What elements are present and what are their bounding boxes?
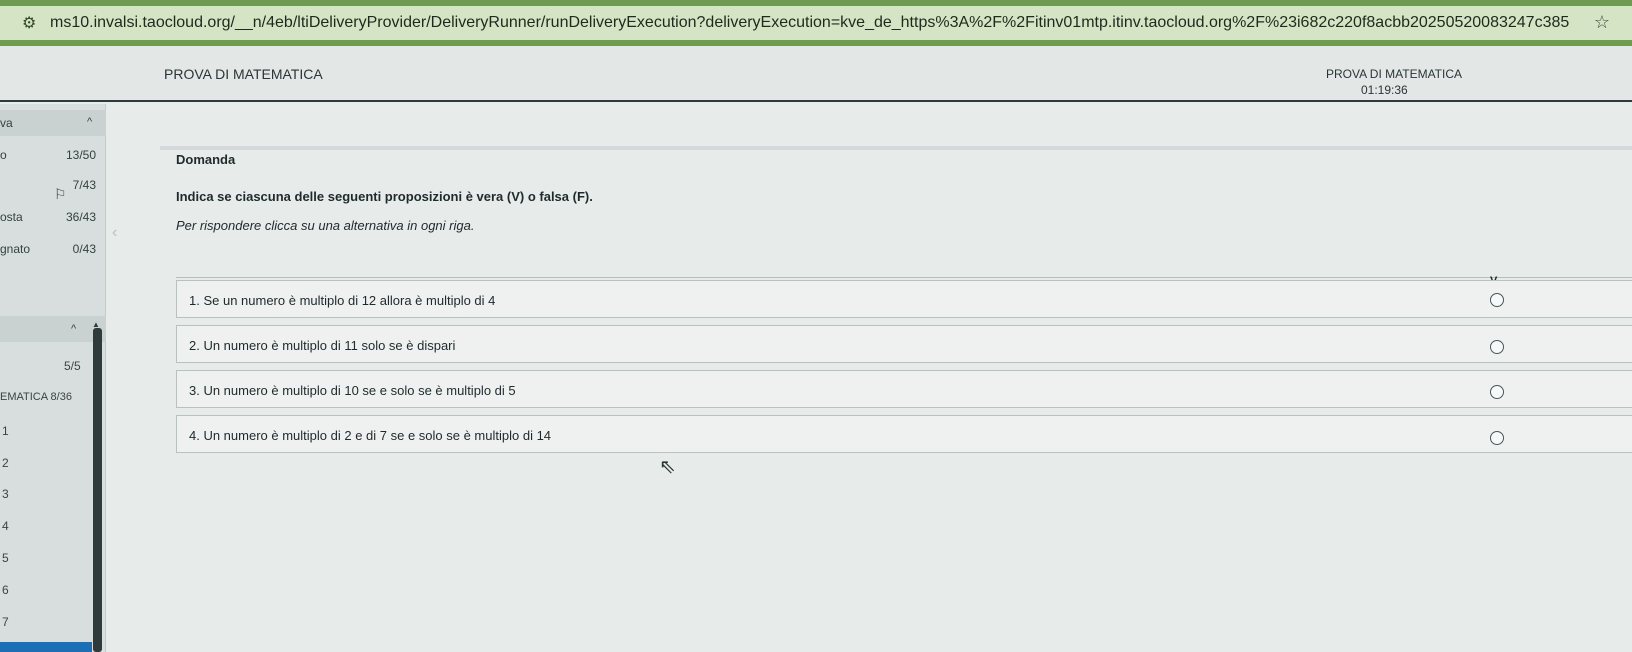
question-instruction: Per rispondere clicca su una alternativa… [176,218,475,233]
question-title: Domanda [176,152,236,167]
address-bar[interactable]: ⚙ ms10.invalsi.taocloud.org/__n/4eb/ltiD… [0,6,1632,40]
statement-text: 2. Un numero è multiplo di 11 solo se è … [189,338,456,353]
app-header: PROVA DI MATEMATICA PROVA DI MATEMATICA … [0,46,1632,102]
sidebar-stat-row: gnato 0/43 [0,242,106,262]
radio-true[interactable] [1490,431,1504,445]
tune-icon[interactable]: ⚙ [22,13,50,33]
section-label[interactable]: EMATICA 8/36 [0,391,72,403]
url-text[interactable]: ms10.invalsi.taocloud.org/__n/4eb/ltiDel… [50,14,1570,32]
star-icon[interactable]: ☆ [1594,12,1610,33]
statement-text: 1. Se un numero è multiplo di 12 allora … [189,293,496,308]
item-number[interactable]: 1 [2,424,9,438]
item-number[interactable]: 2 [2,456,9,470]
item-number[interactable]: 4 [2,519,9,533]
stat-label: gnato [0,242,31,256]
stat-value: 0/43 [72,242,96,256]
content-stripe [160,146,1632,150]
stat-label: osta [0,210,23,224]
sidebar-stat-row: 7/43 [0,178,106,198]
table-row: 4. Un numero è multiplo di 2 e di 7 se e… [176,415,1632,453]
radio-true[interactable] [1490,385,1504,399]
table-row: 2. Un numero è multiplo di 11 solo se è … [176,325,1632,363]
statement-text: 3. Un numero è multiplo di 10 se e solo … [189,383,516,398]
sidebar-scrollbar[interactable] [93,328,102,652]
question-prompt: Indica se ciascuna delle seguenti propos… [176,189,593,204]
sidebar: va ^ o 13/50 7/43 osta 36/43 gnato 0/43 [0,104,106,652]
table-row: 3. Un numero è multiplo di 10 se e solo … [176,370,1632,408]
flag-icon[interactable]: ⚐ [54,186,67,203]
item-number[interactable]: 6 [2,583,9,597]
timer: 01:19:36 [1361,83,1408,97]
statement-text: 4. Un numero è multiplo di 2 e di 7 se e… [189,428,552,443]
item-number[interactable]: 5 [2,551,9,565]
chevron-up-icon[interactable]: ^ [87,116,92,128]
table-divider [176,277,1632,278]
stat-value: 36/43 [65,210,96,224]
section-count: 5/5 [64,359,81,373]
radio-true[interactable] [1490,293,1504,307]
table-row: 1. Se un numero è multiplo di 12 allora … [176,280,1632,318]
chevron-up-icon[interactable]: ^ [71,323,76,335]
mouse-cursor-icon: ⇖ [659,456,676,478]
browser-toolbar: ⚙ ms10.invalsi.taocloud.org/__n/4eb/ltiD… [0,0,1632,46]
item-number[interactable]: 7 [2,615,9,629]
stat-label: o [0,148,7,162]
chevron-left-icon[interactable]: ‹ [112,224,117,242]
active-item-indicator [0,642,92,652]
test-title: PROVA DI MATEMATICA [1326,67,1463,81]
page-title: PROVA DI MATEMATICA [164,66,323,82]
sidebar-section2-header[interactable]: ^ [0,316,106,342]
sidebar-stat-row: osta 36/43 [0,210,106,230]
radio-true[interactable] [1490,340,1504,354]
stat-value: 13/50 [65,148,96,162]
item-number[interactable]: 3 [2,487,9,501]
sidebar-section-header[interactable]: va ^ [0,110,106,136]
sidebar-section-label: va [0,116,13,130]
sidebar-stat-row: o 13/50 [0,148,106,168]
stat-value: 7/43 [72,178,96,192]
